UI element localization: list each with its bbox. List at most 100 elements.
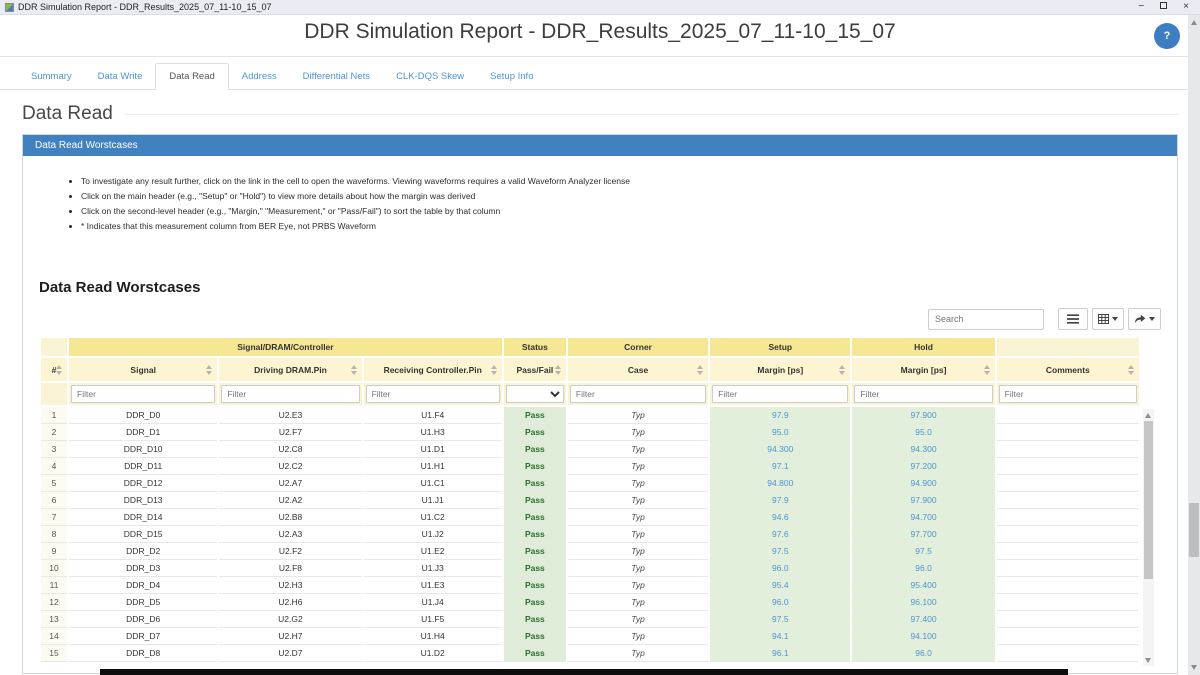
minimize-button[interactable]: − (1138, 2, 1144, 12)
filter-cell-7 (852, 383, 994, 407)
setup-margin-link[interactable]: 94.800 (767, 478, 793, 488)
setup-margin-link[interactable]: 96.0 (772, 597, 789, 607)
row-number-cell: 5 (41, 475, 67, 492)
list-view-button[interactable] (1058, 308, 1088, 330)
scroll-up-icon[interactable] (1191, 20, 1197, 25)
filter-input-margin-ps-7[interactable] (854, 385, 992, 403)
setup-margin-link[interactable]: 97.9 (772, 410, 789, 420)
setup-margin-link[interactable]: 94.6 (772, 512, 789, 522)
tab-summary[interactable]: Summary (18, 64, 85, 89)
window-scrollbar[interactable] (1188, 15, 1200, 675)
column-header-pass-fail-4[interactable]: Pass/Fail (504, 358, 566, 383)
setup-margin-link[interactable]: 94.300 (767, 444, 793, 454)
export-button[interactable] (1128, 308, 1161, 330)
group-header-hold[interactable]: Hold (852, 338, 994, 358)
setup-margin-link[interactable]: 96.0 (772, 563, 789, 573)
sort-icon[interactable] (697, 365, 704, 375)
scroll-up-icon[interactable] (1145, 413, 1151, 418)
setup-margin-link[interactable]: 97.1 (772, 461, 789, 471)
setup-margin-link[interactable]: 97.6 (772, 529, 789, 539)
signal-cell: DDR_D13 (69, 492, 217, 509)
hold-margin-cell: 97.900 (852, 492, 994, 509)
filter-input-driving-dram-pin-2[interactable] (221, 385, 359, 403)
hold-margin-link[interactable]: 97.700 (911, 529, 937, 539)
tab-clk-dqs-skew[interactable]: CLK-DQS Skew (383, 64, 477, 89)
sort-icon[interactable] (984, 365, 991, 375)
maximize-button[interactable] (1160, 2, 1167, 12)
sort-icon[interactable] (351, 365, 358, 375)
column-header-comments-8[interactable]: Comments (997, 358, 1139, 383)
setup-margin-link[interactable]: 97.5 (772, 614, 789, 624)
column-chooser-button[interactable] (1092, 308, 1124, 330)
filter-input-receiving-controller-pin-3[interactable] (366, 385, 500, 403)
hold-margin-link[interactable]: 97.200 (911, 461, 937, 471)
status-badge: Pass (525, 631, 545, 641)
filter-cell-1 (69, 383, 217, 407)
setup-margin-link[interactable]: 95.4 (772, 580, 789, 590)
window-scrollbar-thumb[interactable] (1189, 503, 1199, 557)
scroll-down-icon[interactable] (1145, 658, 1151, 663)
column-label: Receiving Controller.Pin (384, 365, 482, 375)
group-header-signal-dram-controller[interactable]: Signal/DRAM/Controller (69, 338, 502, 358)
search-input[interactable] (928, 309, 1044, 330)
table-scrollbar-thumb[interactable] (1144, 421, 1153, 579)
setup-margin-link[interactable]: 96.1 (772, 648, 789, 658)
hold-margin-link[interactable]: 94.100 (911, 631, 937, 641)
status-cell: Pass (504, 458, 566, 475)
sort-icon[interactable] (56, 365, 63, 375)
table-row: 2DDR_D1U2.F7U1.H3PassTyp95.095.0 (41, 424, 1139, 441)
group-header-status[interactable]: Status (504, 338, 566, 358)
group-header-corner[interactable]: Corner (568, 338, 708, 358)
hold-margin-link[interactable]: 97.900 (911, 495, 937, 505)
filter-input-case-5[interactable] (570, 385, 706, 403)
chevron-down-icon (1149, 317, 1155, 321)
hold-margin-link[interactable]: 95.0 (915, 427, 932, 437)
comments-cell (997, 458, 1139, 475)
filter-input-comments-8[interactable] (999, 385, 1137, 403)
hold-margin-link[interactable]: 94.300 (911, 444, 937, 454)
hold-margin-link[interactable]: 96.0 (915, 648, 932, 658)
hold-margin-link[interactable]: 96.0 (915, 563, 932, 573)
tab-data-read[interactable]: Data Read (155, 63, 228, 90)
export-arrow-icon (1134, 314, 1146, 324)
hold-margin-link[interactable]: 94.900 (911, 478, 937, 488)
column-header-signal-1[interactable]: Signal (69, 358, 217, 383)
column-header-receiving-controller-pin-3[interactable]: Receiving Controller.Pin (364, 358, 502, 383)
column-header-num-0[interactable]: # (41, 358, 67, 383)
setup-margin-link[interactable]: 94.1 (772, 631, 789, 641)
column-header-case-5[interactable]: Case (568, 358, 708, 383)
setup-margin-link[interactable]: 97.9 (772, 495, 789, 505)
column-header-margin-ps-7[interactable]: Margin [ps] (852, 358, 994, 383)
sort-icon[interactable] (1128, 365, 1135, 375)
tab-differential-nets[interactable]: Differential Nets (290, 64, 383, 89)
setup-margin-link[interactable]: 97.5 (772, 546, 789, 556)
sort-icon[interactable] (491, 365, 498, 375)
status-badge: Pass (525, 427, 545, 437)
filter-input-margin-ps-6[interactable] (712, 385, 848, 403)
tab-address[interactable]: Address (229, 64, 290, 89)
signal-cell: DDR_D1 (69, 424, 217, 441)
close-button[interactable]: × (1183, 2, 1189, 12)
sort-icon[interactable] (206, 365, 213, 375)
setup-margin-link[interactable]: 95.0 (772, 427, 789, 437)
hold-margin-link[interactable]: 94.700 (911, 512, 937, 522)
hold-margin-link[interactable]: 97.5 (915, 546, 932, 556)
column-header-driving-dram-pin-2[interactable]: Driving DRAM.Pin (219, 358, 361, 383)
comments-cell (997, 543, 1139, 560)
sort-icon[interactable] (555, 365, 562, 375)
hold-margin-link[interactable]: 95.400 (911, 580, 937, 590)
status-badge: Pass (525, 597, 545, 607)
hold-margin-link[interactable]: 96.100 (911, 597, 937, 607)
passfail-filter-select[interactable] (506, 385, 564, 403)
hold-margin-link[interactable]: 97.900 (911, 410, 937, 420)
tab-data-write[interactable]: Data Write (85, 64, 156, 89)
table-scrollbar[interactable] (1143, 409, 1154, 666)
group-header-setup[interactable]: Setup (710, 338, 850, 358)
column-header-margin-ps-6[interactable]: Margin [ps] (710, 358, 850, 383)
sort-icon[interactable] (839, 365, 846, 375)
help-button[interactable]: ? (1154, 23, 1180, 49)
tab-setup-info[interactable]: Setup Info (477, 64, 546, 89)
filter-input-signal-1[interactable] (71, 385, 215, 403)
scroll-down-icon[interactable] (1191, 665, 1197, 670)
hold-margin-link[interactable]: 97.400 (911, 614, 937, 624)
